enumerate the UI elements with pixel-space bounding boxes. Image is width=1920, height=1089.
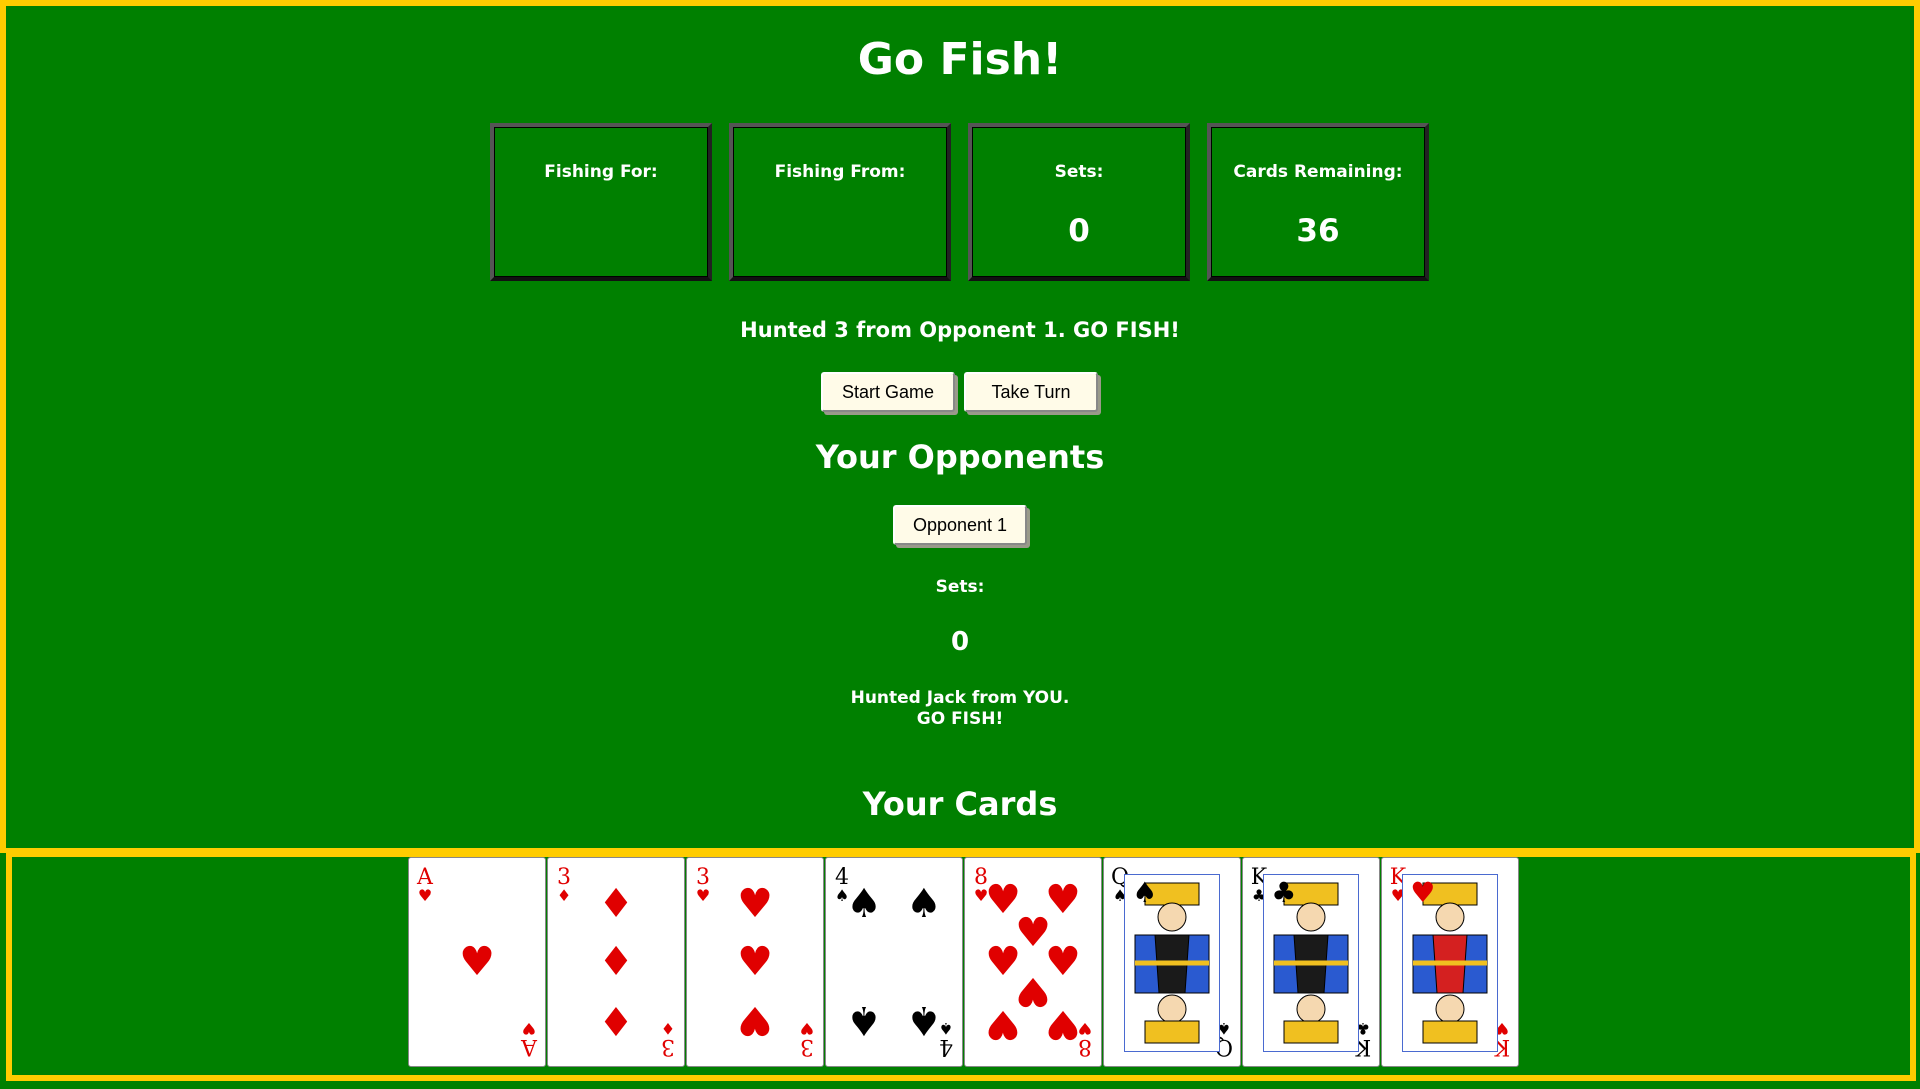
diamonds-suit-icon: ♦ — [556, 886, 572, 905]
stats-panel: Fishing For: Fishing From: Sets: 0 Cards… — [490, 123, 1434, 283]
fishing-from-box: Fishing From: — [729, 123, 951, 281]
status-message: Hunted 3 from Opponent 1. GO FISH! — [740, 318, 1180, 342]
clubs-icon: ♣ — [1271, 876, 1297, 910]
diamonds-suit-icon: ♦ — [660, 1019, 676, 1038]
start-game-button[interactable]: Start Game — [821, 372, 955, 412]
card-corner-index: A ♥ — [415, 867, 435, 905]
spades-icon: ♠ — [905, 997, 942, 1044]
sets-box: Sets: 0 — [968, 123, 1190, 281]
playing-card[interactable]: 4 ♠ 4 ♠ ♠ ♠ ♠ ♠ — [825, 857, 963, 1067]
diamonds-icon: ♦ — [598, 997, 634, 1044]
your-cards-heading: Your Cards — [862, 785, 1058, 823]
hearts-icon: ♥ — [737, 880, 773, 927]
hearts-icon: ♥ — [737, 997, 773, 1044]
spades-icon: ♠ — [846, 997, 883, 1044]
diamonds-icon: ♦ — [598, 939, 634, 985]
opponent-sets-label: Sets: — [935, 577, 985, 597]
opponent-1-button[interactable]: Opponent 1 — [893, 505, 1027, 545]
fishing-from-label: Fishing From: — [774, 162, 906, 182]
playing-card[interactable]: A ♥ A ♥ ♥ — [408, 857, 546, 1067]
opponent-sets-value: 0 — [950, 627, 970, 657]
take-turn-button[interactable]: Take Turn — [964, 372, 1098, 412]
cards-remaining-label: Cards Remaining: — [1233, 162, 1403, 182]
hearts-icon: ♥ — [985, 1001, 1022, 1048]
playing-card[interactable]: 3 ♥ 3 ♥ ♥ ♥ ♥ — [686, 857, 824, 1067]
hearts-suit-icon: ♥ — [799, 1019, 815, 1038]
fishing-for-box: Fishing For: — [490, 123, 712, 281]
sets-label: Sets: — [1054, 162, 1104, 182]
playing-card[interactable]: K ♣ K ♣ ♣ — [1242, 857, 1380, 1067]
hearts-suit-icon: ♥ — [695, 886, 711, 905]
opponent-message-line1: Hunted Jack from YOU. — [850, 688, 1070, 708]
hearts-icon: ♥ — [737, 939, 773, 985]
hearts-suit-icon: ♥ — [417, 886, 433, 905]
cards-remaining-value: 36 — [1296, 213, 1340, 249]
spades-icon: ♠ — [846, 880, 883, 927]
diamonds-icon: ♦ — [598, 880, 634, 927]
opponent-message: Hunted Jack from YOU. GO FISH! — [0, 688, 1920, 730]
card-corner-index: A ♥ — [519, 1019, 539, 1059]
playing-card[interactable]: 8 ♥ 8 ♥ ♥ ♥ ♥ ♥ ♥ ♥ ♥ ♥ — [964, 857, 1102, 1067]
card-corner-index: 3 ♦ — [658, 1019, 678, 1059]
opponent-message-line2: GO FISH! — [916, 709, 1004, 729]
hearts-icon: ♥ — [459, 939, 495, 985]
card-corner-index: 3 ♥ — [797, 1019, 817, 1059]
hearts-suit-icon: ♥ — [521, 1019, 537, 1038]
spades-icon: ♠ — [905, 880, 942, 927]
playing-card[interactable]: K ♥ K ♥ ♥ — [1381, 857, 1519, 1067]
fishing-for-label: Fishing For: — [544, 162, 658, 182]
cards-remaining-box: Cards Remaining: 36 — [1207, 123, 1429, 281]
playing-card[interactable]: 3 ♦ 3 ♦ ♦ ♦ ♦ — [547, 857, 685, 1067]
playing-card[interactable]: Q ♠ Q ♠ ♠ — [1103, 857, 1241, 1067]
hearts-icon: ♥ — [1410, 876, 1436, 910]
page-title: Go Fish! — [857, 34, 1063, 85]
card-corner-index: 3 ♥ — [693, 867, 713, 905]
card-corner-index: 3 ♦ — [554, 867, 574, 905]
opponents-heading: Your Opponents — [815, 438, 1105, 476]
sets-value: 0 — [1068, 213, 1090, 249]
spades-icon: ♠ — [1132, 876, 1158, 910]
hearts-icon: ♥ — [1044, 1001, 1081, 1048]
